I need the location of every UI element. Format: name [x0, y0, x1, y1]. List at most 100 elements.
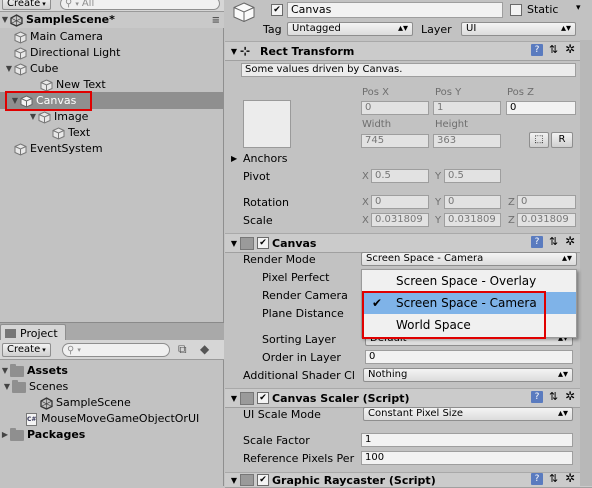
hierarchy-search-input[interactable]: ⚲ ▾ All [60, 0, 220, 10]
layer-label: Layer [421, 23, 452, 36]
height-field[interactable]: 363 [433, 134, 501, 148]
posy-field[interactable]: 1 [433, 101, 501, 115]
hierarchy-item-directional-light[interactable]: Directional Light [14, 45, 120, 61]
expand-arrow-icon[interactable]: ▼ [4, 61, 14, 77]
rotation-label: Rotation [243, 196, 290, 209]
ui-scale-mode-value: Constant Pixel Size [368, 408, 463, 419]
expand-arrow-icon[interactable]: ▼ [0, 363, 10, 379]
rotation-y-field[interactable]: 0 [444, 195, 501, 209]
static-dropdown-icon[interactable]: ▾ [576, 3, 581, 13]
reference-pixels-field[interactable]: 100 [361, 451, 573, 465]
graphic-raycaster-enabled-checkbox[interactable]: ✔ [257, 474, 269, 486]
additional-shader-dropdown[interactable]: Nothing ▴▾ [363, 368, 573, 382]
dropdown-arrow-icon: ▾ [77, 346, 81, 354]
project-search-input[interactable]: ⚲ ▾ [62, 343, 170, 357]
canvas-scaler-icon [240, 391, 254, 405]
raw-edit-button[interactable]: R [551, 132, 573, 148]
anchor-presets-button[interactable] [243, 100, 291, 148]
layer-dropdown[interactable]: UI ▴▾ [461, 22, 576, 36]
chevron-down-icon: ▴▾ [557, 408, 568, 419]
scale-y-field[interactable]: 0.031809 [444, 213, 501, 227]
inspector-scrollbar[interactable] [580, 40, 592, 486]
project-toolbar: Create ▾ ⚲ ▾ ⧉ ◆ [0, 340, 224, 360]
gear-icon[interactable]: ✲ [565, 471, 575, 485]
tag-label: Tag [263, 23, 282, 36]
canvas-scaler-enabled-checkbox[interactable]: ✔ [257, 392, 269, 404]
project-assets[interactable]: ▼ Assets [0, 363, 68, 379]
collapse-arrow-icon[interactable]: ▶ [0, 427, 10, 443]
scale-z-field[interactable]: 0.031809 [517, 213, 576, 227]
pivot-x-field[interactable]: 0.5 [371, 169, 429, 183]
script-label: MouseMoveGameObjectOrUI [41, 412, 200, 425]
expand-arrow-icon[interactable]: ▼ [228, 47, 240, 56]
hierarchy-item-cube[interactable]: ▼ Cube [4, 61, 58, 77]
option-screen-space-overlay[interactable]: Screen Space - Overlay [362, 270, 576, 292]
order-in-layer-field[interactable]: 0 [365, 350, 573, 364]
project-packages[interactable]: ▶ Packages [0, 427, 85, 443]
ui-scale-mode-label: UI Scale Mode [243, 408, 321, 421]
expand-arrow-icon[interactable]: ▼ [228, 394, 240, 403]
hierarchy-item-label: Main Camera [30, 30, 103, 43]
active-checkbox[interactable]: ✔ [271, 4, 283, 16]
tab-project[interactable]: Project [0, 324, 66, 341]
help-icon[interactable]: ? [531, 391, 543, 403]
help-icon[interactable]: ? [531, 236, 543, 248]
gameobject-icon [52, 126, 65, 140]
blueprint-mode-button[interactable]: ⬚ [529, 132, 549, 148]
hierarchy-item-main-camera[interactable]: Main Camera [14, 29, 103, 45]
gear-icon[interactable]: ✲ [565, 42, 575, 56]
tag-dropdown[interactable]: Untagged ▴▾ [287, 22, 413, 36]
filter-by-label-icon[interactable]: ◆ [200, 342, 209, 356]
driven-notice: Some values driven by Canvas. [241, 63, 576, 77]
gear-icon[interactable]: ✲ [565, 234, 575, 248]
expand-arrow-icon[interactable]: ▼ [2, 379, 12, 395]
collapse-arrow-icon[interactable]: ▶ [231, 154, 237, 163]
render-mode-label: Render Mode [243, 253, 316, 266]
search-placeholder: All [81, 0, 95, 9]
expand-arrow-icon[interactable]: ▼ [228, 239, 240, 248]
hierarchy-item-eventsystem[interactable]: EventSystem [14, 141, 103, 157]
expand-arrow-icon[interactable]: ▼ [0, 12, 10, 28]
ui-scale-mode-dropdown[interactable]: Constant Pixel Size ▴▾ [363, 407, 573, 421]
preset-icon[interactable]: ⇅ [549, 43, 558, 56]
create-label: Create [7, 344, 41, 355]
hierarchy-item-text[interactable]: Text [52, 125, 90, 141]
project-script-file[interactable]: C# MouseMoveGameObjectOrUI [26, 411, 199, 427]
filter-by-type-icon[interactable]: ⧉ [178, 342, 187, 357]
scenes-label: Scenes [29, 380, 69, 393]
posy-label: Pos Y [435, 87, 462, 98]
expand-arrow-icon[interactable]: ▼ [28, 109, 38, 125]
reference-pixels-label: Reference Pixels Per [243, 452, 355, 465]
scale-factor-field[interactable]: 1 [361, 433, 573, 447]
rotation-x-field[interactable]: 0 [371, 195, 429, 209]
help-icon[interactable]: ? [531, 44, 543, 56]
help-icon[interactable]: ? [531, 473, 543, 485]
pivot-y-field[interactable]: 0.5 [444, 169, 501, 183]
hierarchy-create-button[interactable]: Create ▾ [2, 0, 51, 10]
chevron-down-icon: ▴▾ [397, 23, 408, 34]
dropdown-arrow-icon: ▾ [75, 0, 79, 8]
project-create-button[interactable]: Create ▾ [2, 343, 51, 357]
scale-x-field[interactable]: 0.031809 [371, 213, 429, 227]
static-checkbox[interactable] [510, 4, 522, 16]
project-scenes-folder[interactable]: ▼ Scenes [2, 379, 68, 395]
preset-icon[interactable]: ⇅ [549, 235, 558, 248]
component-title: Graphic Raycaster (Script) [272, 473, 436, 487]
expand-arrow-icon[interactable]: ▼ [228, 476, 240, 485]
y-label: Y [435, 171, 442, 182]
render-mode-dropdown[interactable]: Screen Space - Camera ▴▾ [361, 252, 577, 266]
scene-row[interactable]: ▼ SampleScene* ≡ [0, 12, 224, 28]
rotation-z-field[interactable]: 0 [517, 195, 576, 209]
gear-icon[interactable]: ✲ [565, 389, 575, 403]
width-field[interactable]: 745 [361, 134, 429, 148]
posx-field[interactable]: 0 [361, 101, 429, 115]
menu-icon[interactable]: ≡ [212, 13, 220, 29]
posz-field[interactable]: 0 [506, 101, 576, 115]
hierarchy-item-image[interactable]: ▼ Image [28, 109, 88, 125]
project-sample-scene[interactable]: SampleScene [40, 395, 131, 411]
canvas-enabled-checkbox[interactable]: ✔ [257, 237, 269, 249]
preset-icon[interactable]: ⇅ [549, 472, 558, 485]
gameobject-icon [14, 30, 27, 44]
preset-icon[interactable]: ⇅ [549, 390, 558, 403]
object-name-field[interactable]: Canvas [287, 2, 503, 18]
